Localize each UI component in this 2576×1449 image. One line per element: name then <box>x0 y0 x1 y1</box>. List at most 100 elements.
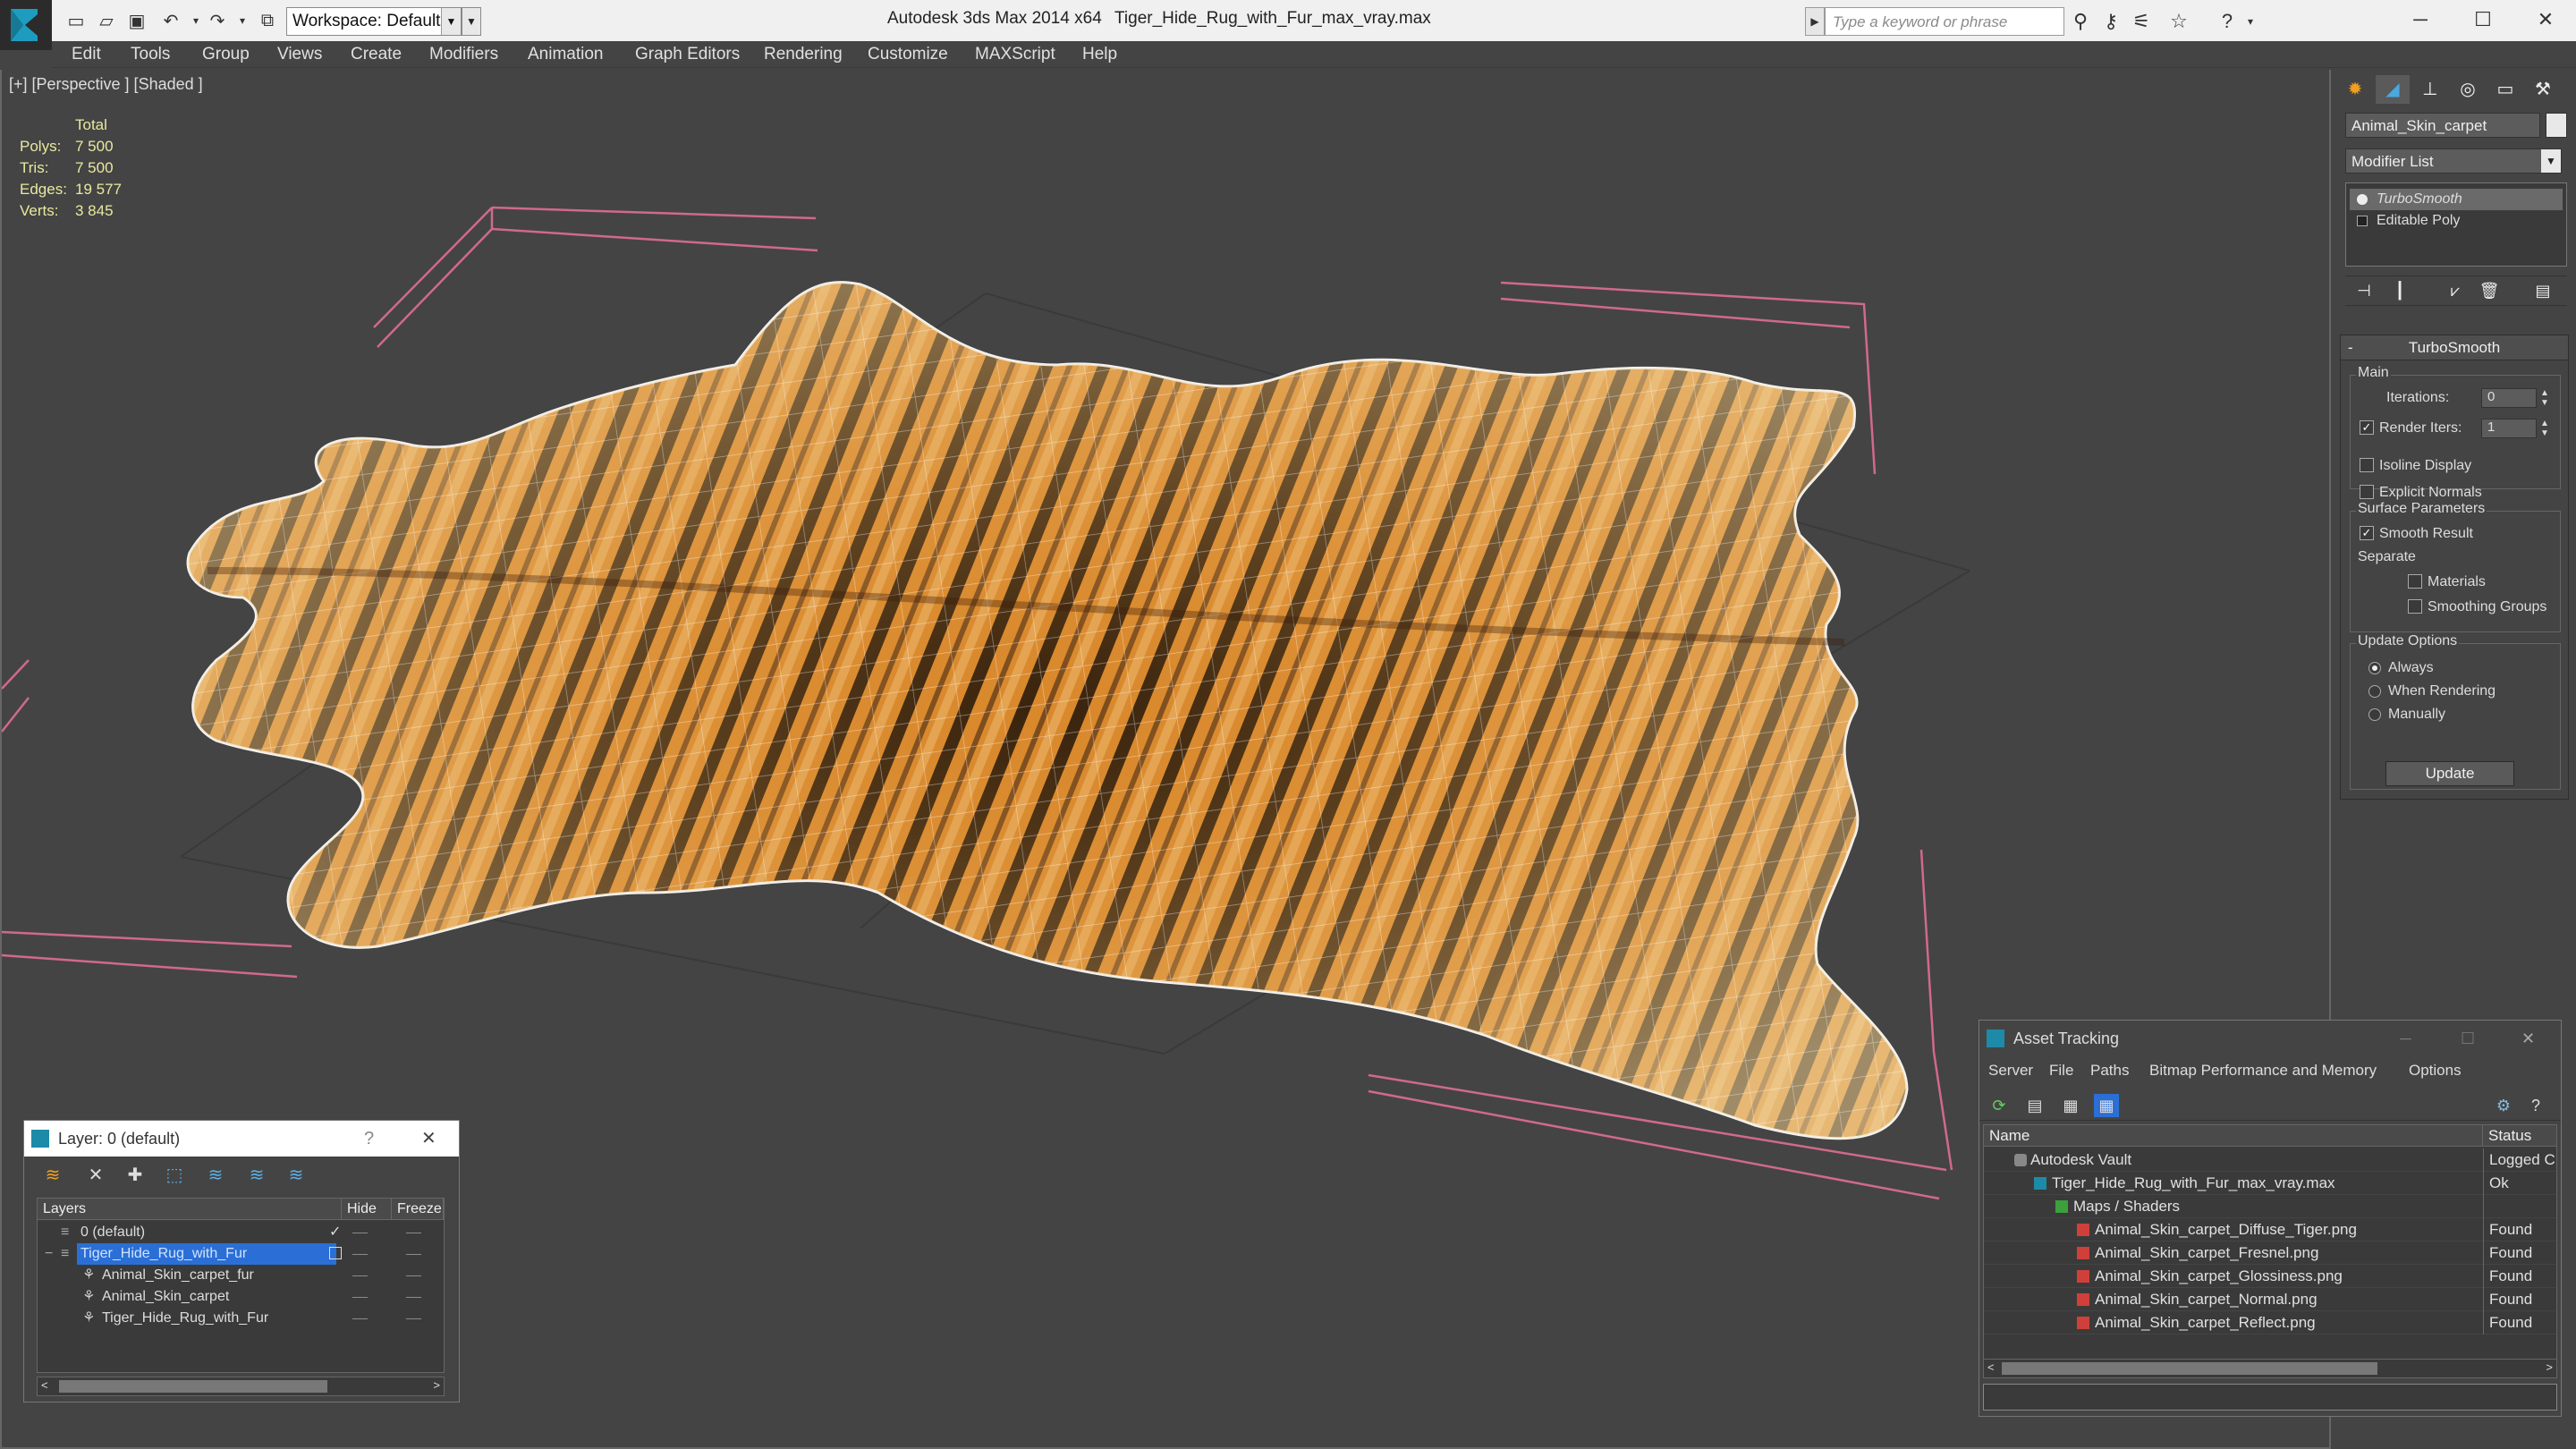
undo-dropdown-icon[interactable]: ▾ <box>184 9 208 32</box>
app-menu-button[interactable] <box>0 0 52 50</box>
modify-tab-icon[interactable]: ◢ <box>2376 75 2410 104</box>
menu-file[interactable]: File <box>2049 1062 2073 1080</box>
pin-stack-icon[interactable]: ⊣ <box>2352 282 2376 303</box>
hide-toggle[interactable]: ── <box>352 1265 368 1286</box>
hide-toggle[interactable]: ── <box>352 1308 368 1329</box>
render-iters-checkbox[interactable]: ✓ <box>2360 420 2374 435</box>
active-layer-check-icon[interactable]: ✓ <box>329 1222 341 1243</box>
when-rendering-radio[interactable] <box>2368 685 2381 698</box>
expand-box-icon[interactable] <box>2357 216 2368 226</box>
hide-toggle[interactable]: ── <box>352 1243 368 1265</box>
subscription-key-icon[interactable]: ⚷ <box>2098 10 2123 33</box>
freeze-toggle[interactable]: ── <box>406 1308 421 1329</box>
stack-item-turbosmooth[interactable]: TurboSmooth <box>2350 189 2563 210</box>
smoothing-groups-checkbox[interactable] <box>2408 599 2422 614</box>
menu-rendering[interactable]: Rendering <box>764 45 843 64</box>
help-dropdown-icon[interactable]: ▾ <box>2238 10 2263 33</box>
collapse-icon[interactable]: − <box>45 1243 53 1265</box>
column-header-freeze[interactable]: Freeze <box>392 1199 444 1220</box>
isoline-display-checkbox[interactable] <box>2360 458 2374 472</box>
thumbnail-view-icon[interactable]: ▦ <box>2058 1094 2083 1117</box>
context-help-icon[interactable]: ? <box>2523 1094 2548 1117</box>
close-window-button[interactable]: ✕ <box>2519 4 2572 36</box>
asset-dialog-titlebar[interactable]: Asset Tracking ─ ☐ ✕ <box>1979 1021 2561 1056</box>
help-icon[interactable]: ⚙ <box>2491 1094 2516 1117</box>
always-radio[interactable] <box>2368 662 2381 674</box>
asset-row[interactable]: Animal_Skin_carpet_Diffuse_Tiger.png Fou… <box>1984 1218 2556 1241</box>
column-header-hide[interactable]: Hide <box>342 1199 392 1220</box>
menu-edit[interactable]: Edit <box>72 45 101 64</box>
close-icon[interactable]: ✕ <box>2521 1021 2535 1056</box>
freeze-toggle[interactable]: ── <box>406 1286 421 1308</box>
menu-create[interactable]: Create <box>351 45 402 64</box>
project-folder-icon[interactable]: ⧉ <box>256 9 279 32</box>
manually-radio[interactable] <box>2368 708 2381 721</box>
layer-row[interactable]: ≡ 0 (default) ✓ ── ── <box>38 1222 444 1243</box>
column-header-layers[interactable]: Layers <box>38 1199 342 1220</box>
viewport-label[interactable]: [+] [Perspective ] [Shaded ] <box>9 75 203 94</box>
table-view-icon[interactable]: ▦ <box>2094 1094 2119 1117</box>
column-header-status[interactable]: Status <box>2483 1125 2556 1147</box>
layer-row[interactable]: ⚘ Animal_Skin_carpet ── ── <box>38 1286 444 1308</box>
maximize-button[interactable]: ☐ <box>2456 4 2510 36</box>
help-icon[interactable]: ? <box>364 1121 374 1157</box>
undo-icon[interactable]: ↶ <box>159 9 182 32</box>
minimize-button[interactable]: ─ <box>2394 4 2447 36</box>
close-icon[interactable]: ✕ <box>421 1121 436 1157</box>
layer-row[interactable]: ⚘ Animal_Skin_carpet_fur ── ── <box>38 1265 444 1286</box>
display-tab-icon[interactable]: ▭ <box>2488 75 2522 104</box>
asset-row[interactable]: Animal_Skin_carpet_Glossiness.png Found <box>1984 1265 2556 1288</box>
help-icon[interactable]: ? <box>2215 10 2240 33</box>
configure-modifier-sets-icon[interactable]: ▤ <box>2531 282 2555 303</box>
asset-path-field[interactable] <box>1983 1384 2557 1411</box>
render-iters-spinner[interactable]: 1 <box>2481 419 2537 438</box>
explicit-normals-checkbox[interactable] <box>2360 485 2374 499</box>
collapse-icon[interactable]: - <box>2348 335 2353 360</box>
communication-center-icon[interactable]: ⚟ <box>2129 10 2154 33</box>
redo-icon[interactable]: ↷ <box>206 9 229 32</box>
rollout-title[interactable]: TurboSmooth <box>2341 335 2568 360</box>
materials-checkbox[interactable] <box>2408 574 2422 589</box>
column-header-name[interactable]: Name <box>1984 1125 2483 1147</box>
scroll-left-icon[interactable]: < <box>41 1378 48 1392</box>
motion-tab-icon[interactable]: ◎ <box>2451 75 2485 104</box>
add-to-layer-icon[interactable]: ✚ <box>123 1164 148 1187</box>
asset-row[interactable]: Animal_Skin_carpet_Reflect.png Found <box>1984 1311 2556 1335</box>
modifier-list-dropdown[interactable]: Modifier List ▼ <box>2345 148 2562 174</box>
horizontal-scrollbar[interactable]: < > <box>37 1377 445 1396</box>
workspace-dropdown[interactable]: Workspace: Default ▼ <box>286 7 462 36</box>
menu-group[interactable]: Group <box>202 45 250 64</box>
scroll-right-icon[interactable]: > <box>433 1378 440 1392</box>
search-input[interactable]: Type a keyword or phrase <box>1825 7 2064 36</box>
utilities-tab-icon[interactable]: ⚒ <box>2526 75 2560 104</box>
freeze-toggle[interactable]: ── <box>406 1243 421 1265</box>
menu-animation[interactable]: Animation <box>528 45 604 64</box>
spinner-arrows-icon[interactable]: ▲ ▼ <box>2538 388 2551 408</box>
object-name-field[interactable]: Animal_Skin_carpet <box>2345 113 2540 138</box>
open-file-icon[interactable]: ▱ <box>95 9 118 32</box>
hide-toggle[interactable]: ── <box>352 1286 368 1308</box>
asset-row[interactable]: Animal_Skin_carpet_Fresnel.png Found <box>1984 1241 2556 1265</box>
menu-paths[interactable]: Paths <box>2090 1062 2129 1080</box>
menu-modifiers[interactable]: Modifiers <box>429 45 498 64</box>
menu-graph-editors[interactable]: Graph Editors <box>635 45 740 64</box>
menu-bitmap-performance[interactable]: Bitmap Performance and Memory <box>2149 1062 2377 1080</box>
create-layer-icon[interactable]: ≋ <box>40 1164 65 1187</box>
menu-customize[interactable]: Customize <box>868 45 948 64</box>
create-tab-icon[interactable]: ✹ <box>2338 75 2372 104</box>
menu-tools[interactable]: Tools <box>131 45 170 64</box>
freeze-all-layers-icon[interactable]: ≋ <box>284 1164 309 1187</box>
menu-views[interactable]: Views <box>277 45 322 64</box>
scroll-left-icon[interactable]: < <box>1987 1360 1995 1374</box>
scroll-right-icon[interactable]: > <box>2546 1360 2553 1374</box>
delete-layer-icon[interactable]: ✕ <box>83 1164 108 1187</box>
highlight-selected-layer-icon[interactable]: ≋ <box>203 1164 228 1187</box>
hide-all-layers-icon[interactable]: ≋ <box>244 1164 269 1187</box>
remove-modifier-icon[interactable]: 🗑 <box>2478 282 2501 303</box>
list-view-icon[interactable]: ▤ <box>2022 1094 2047 1117</box>
scroll-thumb[interactable] <box>59 1380 327 1393</box>
update-button[interactable]: Update <box>2385 761 2514 786</box>
binoculars-icon[interactable]: ⚲ <box>2068 10 2093 33</box>
stack-item-editable-poly[interactable]: Editable Poly <box>2350 210 2563 232</box>
freeze-toggle[interactable]: ── <box>406 1265 421 1286</box>
